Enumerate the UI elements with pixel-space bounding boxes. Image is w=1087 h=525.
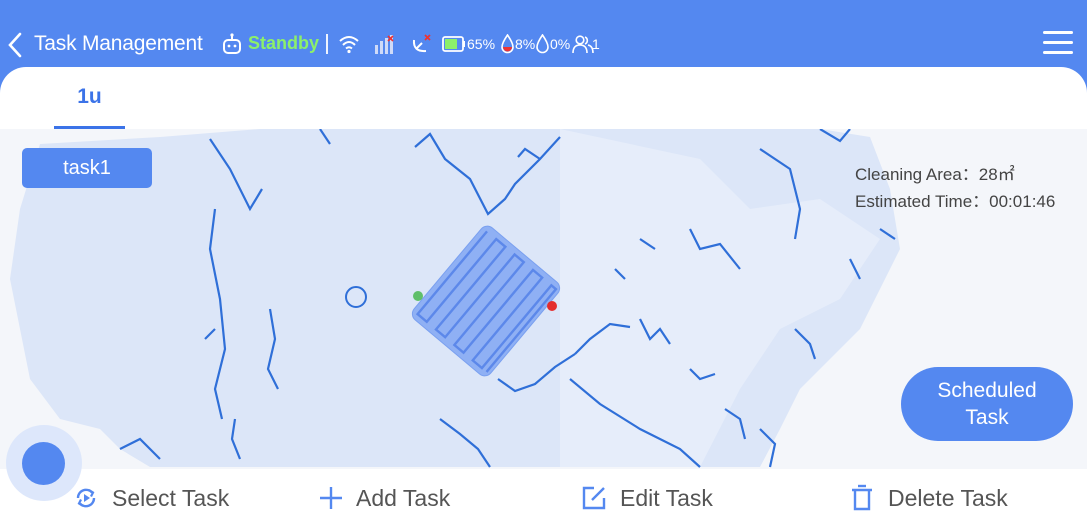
robot-icon	[223, 33, 241, 54]
start-point	[413, 291, 423, 301]
back-icon[interactable]	[6, 32, 24, 58]
cycle-icon	[76, 488, 96, 508]
edit-task-label: Edit Task	[620, 484, 713, 511]
add-task-label: Add Task	[356, 484, 451, 511]
wifi-icon	[339, 36, 359, 54]
page-title: Task Management	[34, 32, 203, 55]
scheduled-task-line2: Task	[965, 406, 1009, 429]
select-task-button[interactable]: Select Task	[72, 483, 229, 513]
bottom-toolbar: Select Task Add Task Edit Task Delete Ta…	[0, 469, 1087, 525]
people-icon	[572, 35, 594, 54]
battery-level: 65%	[467, 36, 496, 52]
people-count: 1	[592, 36, 600, 52]
scheduled-task-line1: Scheduled	[937, 379, 1037, 402]
satellite-icon	[412, 34, 431, 53]
tab-1u[interactable]: 1u	[54, 85, 125, 109]
estimated-time: Estimated Time：00:01:46	[855, 192, 1056, 211]
water-drop-icon	[501, 34, 514, 54]
cleaning-area: Cleaning Area：28㎡	[855, 165, 1015, 184]
main-panel: 1u task1 Cleaning Area：28㎡ Estimated Tim…	[0, 67, 1087, 525]
end-point	[547, 301, 557, 311]
select-task-label: Select Task	[112, 484, 230, 511]
plus-icon	[320, 487, 342, 509]
divider	[326, 34, 328, 54]
battery-icon	[442, 36, 465, 52]
water-drop-empty-icon	[536, 34, 549, 54]
task-chip-task1[interactable]: task1	[22, 148, 152, 188]
add-task-button[interactable]: Add Task	[318, 483, 450, 513]
water-level-1: 8%	[515, 36, 536, 52]
scheduled-task-button[interactable]: Scheduled Task	[901, 367, 1073, 441]
trash-icon	[852, 484, 872, 511]
delete-task-label: Delete Task	[888, 484, 1008, 511]
edit-icon	[582, 486, 606, 510]
water-level-2: 0%	[550, 36, 571, 52]
edit-task-button[interactable]: Edit Task	[580, 483, 713, 513]
delete-task-button[interactable]: Delete Task	[848, 483, 1008, 513]
status-text: Standby	[248, 33, 320, 53]
menu-icon[interactable]	[1043, 31, 1073, 59]
signal-icon	[375, 35, 394, 54]
